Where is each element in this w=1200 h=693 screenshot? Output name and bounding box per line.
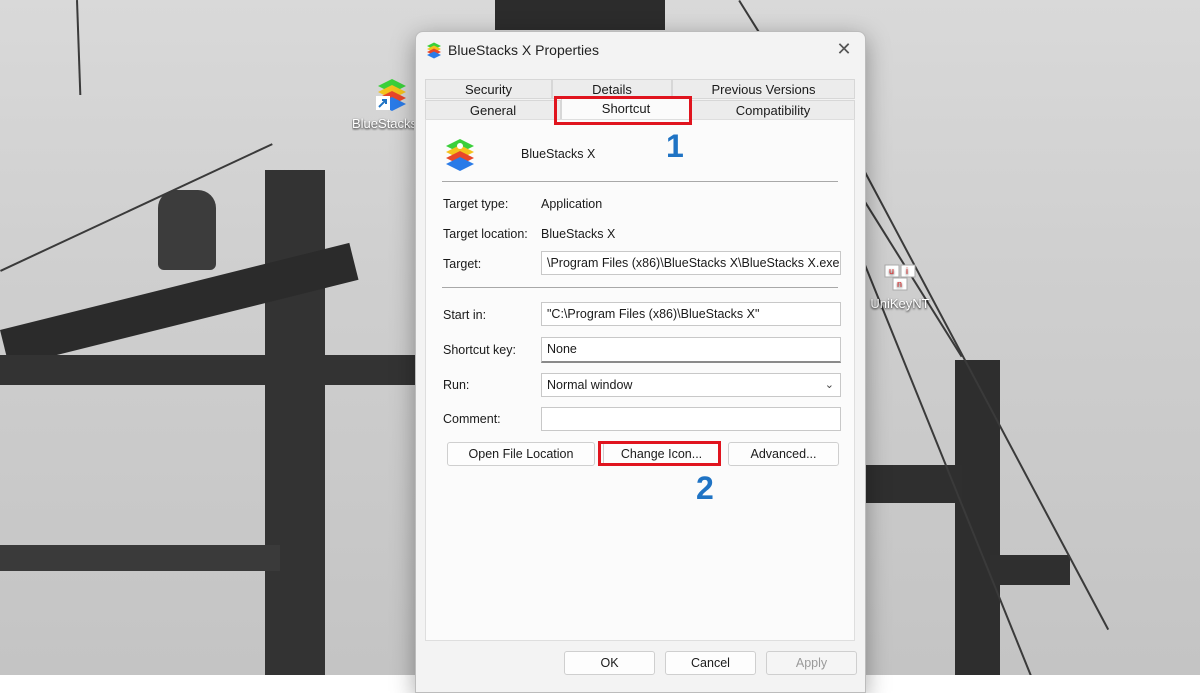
tab-security[interactable]: Security [425,79,552,99]
step-1-marker: 1 [666,128,684,164]
shortcut-tab-highlight [554,96,692,125]
run-select-value: Normal window [547,378,633,392]
comment-label: Comment: [443,412,501,426]
step-2-marker: 2 [696,470,714,506]
steel-beam [0,355,415,385]
properties-dialog: BlueStacks X Properties ✕ Security Detai… [415,31,866,693]
unikey-icon: u i n [884,264,916,292]
change-icon-highlight [598,441,721,466]
tab-compatibility[interactable]: Compatibility [691,100,855,120]
title-bar: BlueStacks X Properties ✕ [416,32,865,68]
chevron-down-icon: ⌄ [824,379,834,391]
bluestacks-icon [374,76,410,112]
app-name: BlueStacks X [521,147,596,161]
dialog-title: BlueStacks X Properties [448,42,599,58]
ok-button[interactable]: OK [564,651,655,675]
steel-column [955,360,1000,675]
run-label: Run: [443,378,470,392]
steel-beam [0,545,280,571]
target-type-value: Application [541,197,603,211]
desktop-icon-label: BlueStacks X [352,116,414,131]
worker-silhouette [158,190,216,270]
separator [442,287,838,288]
open-file-location-button[interactable]: Open File Location [447,442,595,466]
tab-general[interactable]: General [425,100,561,120]
close-icon[interactable]: ✕ [833,38,855,60]
crane-structure [495,0,665,30]
target-location-value: BlueStacks X [541,227,616,241]
target-label: Target: [443,257,482,271]
desktop-icon-label: UniKeyNT [870,296,930,311]
svg-text:u: u [889,266,894,276]
cancel-button[interactable]: Cancel [665,651,756,675]
target-location-label: Target location: [443,227,528,241]
shortcut-panel: BlueStacks X Target type: Application Ta… [425,119,855,641]
svg-text:n: n [897,279,902,289]
bluestacks-icon [425,41,443,59]
run-select[interactable]: Normal window ⌄ [541,373,841,397]
start-in-field[interactable]: "C:\Program Files (x86)\BlueStacks X" [541,302,841,326]
apply-button[interactable]: Apply [766,651,857,675]
shortcut-key-field[interactable]: None [541,337,841,363]
svg-text:i: i [906,266,908,276]
start-in-label: Start in: [443,308,487,322]
target-field[interactable]: \Program Files (x86)\BlueStacks X\BlueSt… [541,251,841,275]
desktop-icon-unikey[interactable]: u i n UniKeyNT [860,264,940,311]
steel-column [265,170,325,675]
separator [442,181,838,182]
comment-field[interactable] [541,407,841,431]
crane-cable [76,0,82,96]
steel-beam [990,555,1070,585]
target-type-label: Target type: [443,197,509,211]
shortcut-key-label: Shortcut key: [443,343,516,357]
tab-previous-versions[interactable]: Previous Versions [672,79,855,99]
cable [0,143,273,272]
advanced-button[interactable]: Advanced... [728,442,839,466]
cable [858,250,1040,675]
bluestacks-icon [442,136,478,172]
